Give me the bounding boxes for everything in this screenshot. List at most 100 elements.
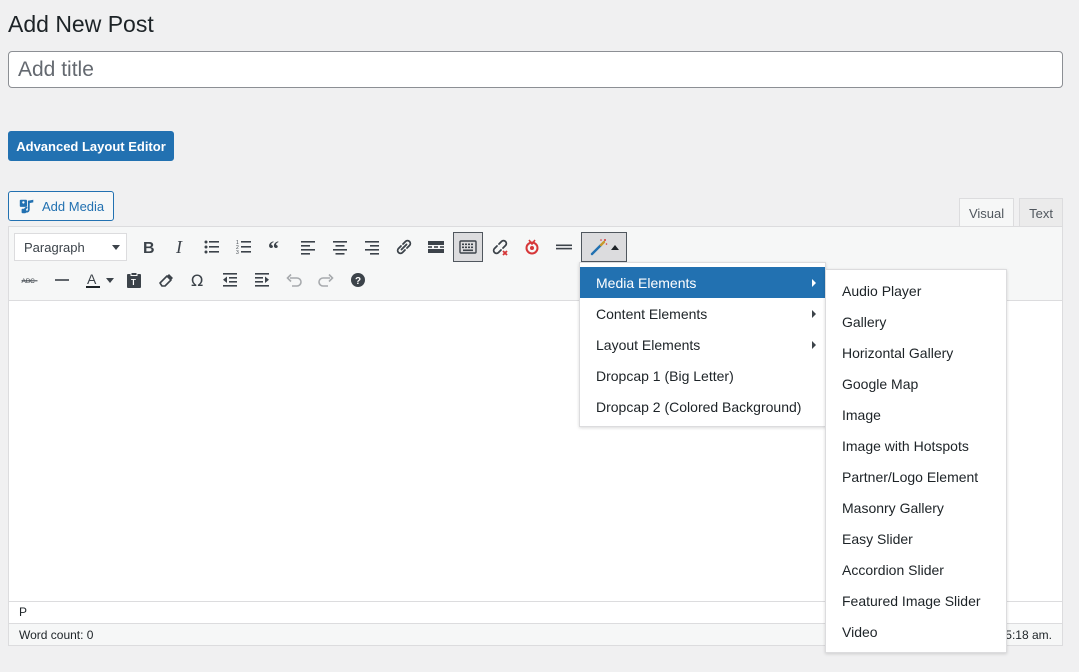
omega-icon: Ω	[191, 271, 203, 290]
horizontal-line-icon	[556, 244, 572, 250]
media-elements-submenu: Audio Player Gallery Horizontal Gallery …	[825, 269, 1007, 653]
blockquote-button[interactable]: “	[260, 233, 292, 261]
read-more-icon	[428, 241, 444, 253]
last-edited: 5:18 am.	[1005, 628, 1052, 642]
text-color-button[interactable]: A	[78, 266, 118, 294]
menu-item-label: Media Elements	[596, 274, 697, 291]
editor-tabs: Visual Text	[958, 197, 1063, 227]
indent-button[interactable]	[246, 266, 278, 294]
strikethrough-icon: ABC	[21, 278, 38, 285]
submenu-item-partner-logo[interactable]: Partner/Logo Element	[826, 461, 1006, 492]
blockquote-icon: “	[268, 237, 279, 257]
submenu-item-accordion-slider[interactable]: Accordion Slider	[826, 554, 1006, 585]
svg-text:I: I	[175, 237, 183, 257]
indent-icon	[255, 273, 269, 287]
menu-item-label: Dropcap 1 (Big Letter)	[596, 367, 734, 384]
shortcode-wand-button[interactable]	[581, 232, 627, 262]
submenu-item-horizontal-gallery[interactable]: Horizontal Gallery	[826, 337, 1006, 368]
paste-as-text-button[interactable]: T	[118, 266, 150, 294]
submenu-item-image-with-hotspots[interactable]: Image with Hotspots	[826, 430, 1006, 461]
page-title: Add New Post	[8, 11, 154, 37]
menu-item-label: Layout Elements	[596, 336, 701, 353]
eraser-icon	[159, 274, 173, 287]
submenu-item-featured-image-slider[interactable]: Featured Image Slider	[826, 585, 1006, 616]
strikethrough-button[interactable]: ABC	[14, 266, 46, 294]
menu-item-dropcap-2[interactable]: Dropcap 2 (Colored Background)	[580, 391, 825, 422]
svg-text:B: B	[143, 240, 155, 257]
post-title-input[interactable]	[8, 51, 1063, 88]
submenu-item-easy-slider[interactable]: Easy Slider	[826, 523, 1006, 554]
toolbar-row-2: ABC A T Ω ?	[14, 265, 374, 295]
align-left-button[interactable]	[292, 233, 324, 261]
unlink-icon	[492, 239, 508, 256]
read-more-button[interactable]	[420, 233, 452, 261]
italic-icon: I	[175, 237, 183, 257]
menu-item-label: Content Elements	[596, 305, 708, 322]
svg-text:“: “	[268, 237, 279, 257]
help-icon: ?	[351, 273, 365, 287]
clear-formatting-button[interactable]	[150, 266, 182, 294]
tab-text[interactable]: Text	[1019, 198, 1063, 227]
spellcheck-icon	[525, 239, 539, 255]
chevron-right-icon	[812, 310, 816, 318]
svg-text:?: ?	[355, 276, 361, 287]
advanced-layout-editor-button[interactable]: Advanced Layout Editor	[8, 131, 174, 161]
shortcode-menu: Media Elements Content Elements Layout E…	[579, 262, 826, 427]
submenu-item-audio-player[interactable]: Audio Player	[826, 275, 1006, 306]
submenu-item-gallery[interactable]: Gallery	[826, 306, 1006, 337]
outdent-button[interactable]	[214, 266, 246, 294]
link-button[interactable]	[388, 233, 420, 261]
align-right-button[interactable]	[356, 233, 388, 261]
submenu-item-masonry-gallery[interactable]: Masonry Gallery	[826, 492, 1006, 523]
add-media-button[interactable]: Add Media	[8, 191, 114, 221]
chevron-right-icon	[812, 279, 816, 287]
special-character-button[interactable]: Ω	[182, 266, 214, 294]
format-select-value: Paragraph	[24, 239, 85, 255]
chevron-down-icon	[112, 244, 120, 250]
bold-button[interactable]: B	[132, 233, 164, 261]
toolbar-toggle-button[interactable]	[453, 232, 483, 262]
chevron-right-icon	[812, 341, 816, 349]
tab-visual[interactable]: Visual	[958, 198, 1015, 227]
bullet-list-button[interactable]	[196, 233, 228, 261]
horizontal-rule-button[interactable]	[46, 266, 78, 294]
numbered-list-icon: 123	[236, 240, 251, 256]
menu-item-media-elements[interactable]: Media Elements	[580, 267, 825, 298]
menu-item-dropcap-1[interactable]: Dropcap 1 (Big Letter)	[580, 360, 825, 391]
toolbar-row-1: Paragraph B I 123 “	[14, 232, 627, 262]
svg-text:ABC: ABC	[22, 278, 36, 285]
submenu-item-video[interactable]: Video	[826, 616, 1006, 647]
align-center-icon	[333, 241, 347, 255]
menu-item-content-elements[interactable]: Content Elements	[580, 298, 825, 329]
undo-icon	[286, 273, 302, 287]
undo-button[interactable]	[278, 266, 310, 294]
horizontal-rule-icon	[55, 279, 69, 281]
bullet-list-icon	[204, 240, 219, 254]
align-center-button[interactable]	[324, 233, 356, 261]
paste-as-text-icon: T	[127, 272, 141, 288]
bold-icon: B	[143, 240, 155, 257]
align-left-icon	[301, 241, 315, 255]
redo-button[interactable]	[310, 266, 342, 294]
text-color-icon: A	[85, 271, 100, 288]
menu-item-layout-elements[interactable]: Layout Elements	[580, 329, 825, 360]
horizontal-line-button[interactable]	[548, 233, 580, 261]
submenu-item-google-map[interactable]: Google Map	[826, 368, 1006, 399]
menu-item-label: Dropcap 2 (Colored Background)	[596, 398, 802, 415]
svg-text:3: 3	[236, 250, 239, 256]
unlink-button[interactable]	[484, 233, 516, 261]
spellcheck-button[interactable]	[516, 233, 548, 261]
add-media-label: Add Media	[42, 198, 105, 214]
align-right-icon	[365, 241, 379, 255]
help-button[interactable]: ?	[342, 266, 374, 294]
submenu-item-image[interactable]: Image	[826, 399, 1006, 430]
word-count: Word count: 0	[19, 628, 94, 642]
svg-text:Ω: Ω	[191, 271, 203, 290]
numbered-list-button[interactable]: 123	[228, 233, 260, 261]
element-path-p[interactable]: P	[19, 605, 27, 619]
italic-button[interactable]: I	[164, 233, 196, 261]
keyboard-icon	[459, 240, 477, 254]
link-icon	[396, 239, 412, 255]
format-select[interactable]: Paragraph	[14, 233, 127, 261]
redo-icon	[318, 273, 334, 287]
